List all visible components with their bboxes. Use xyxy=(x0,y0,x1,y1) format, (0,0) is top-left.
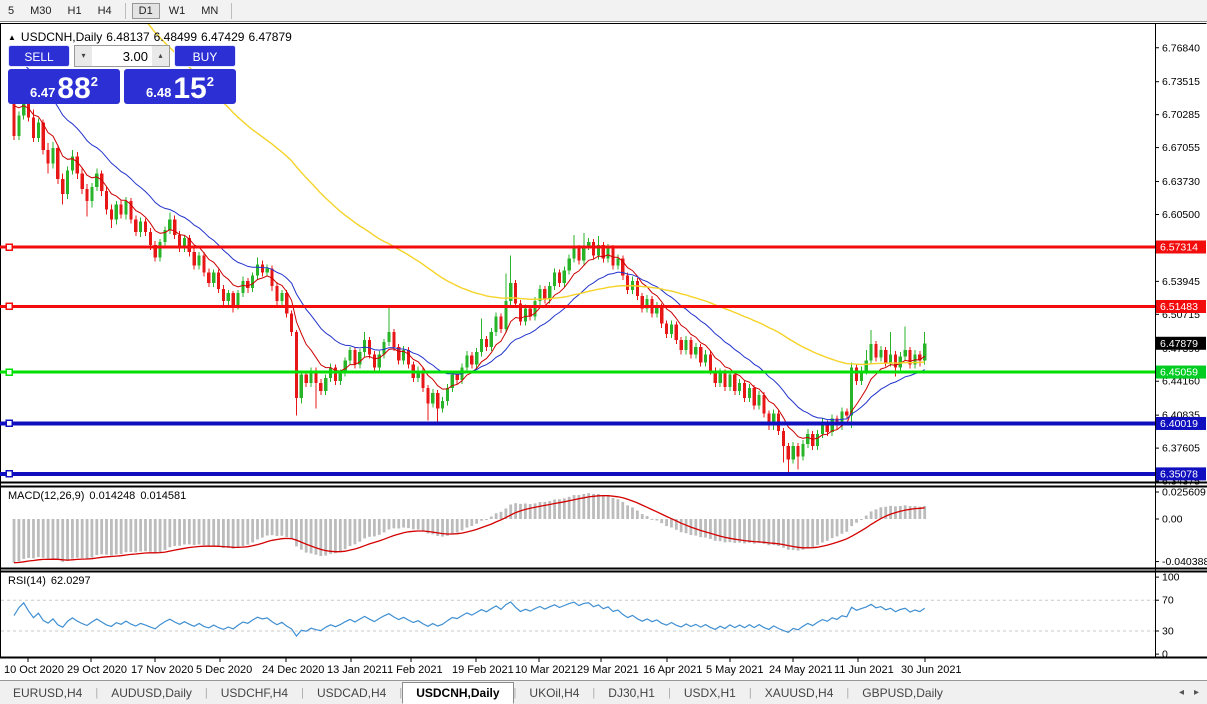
date-axis-label: 30 Jun 2021 xyxy=(901,664,962,676)
rsi-axis-label: 30 xyxy=(1162,626,1174,638)
chart-symbol-label: USDCNH,Daily xyxy=(21,30,102,44)
timeframe-button-w1[interactable]: W1 xyxy=(162,3,193,19)
buy-price-point: 2 xyxy=(207,74,214,89)
price-tag: 6.47879 xyxy=(1160,338,1198,350)
price-axis-label: 6.67055 xyxy=(1162,142,1200,154)
volume-input[interactable] xyxy=(92,46,152,66)
ma-fast-red xyxy=(14,106,925,440)
sell-button[interactable]: SELL xyxy=(8,45,70,67)
chart-tab-eurusd[interactable]: EURUSD,H4 xyxy=(0,683,95,703)
date-axis: 10 Oct 202029 Oct 2020 17 Nov 20205 Dec 2… xyxy=(4,658,962,676)
chart-tab-dj30[interactable]: DJ30,H1 xyxy=(595,683,668,703)
ohlc-close: 6.47879 xyxy=(248,30,291,44)
chart-tab-ukoil[interactable]: UKOil,H4 xyxy=(516,683,592,703)
collapse-panel-icon[interactable]: ▲ xyxy=(8,33,16,42)
price-tag: 6.40019 xyxy=(1160,418,1198,430)
sell-price-point: 2 xyxy=(91,74,98,89)
macd-axis-label: 0.00 xyxy=(1162,514,1183,526)
chart-frame xyxy=(1,23,1207,658)
chart-tab-xauusd[interactable]: XAUUSD,H4 xyxy=(752,683,847,703)
macd-axis: 0.025609 0.00 -0.040388 xyxy=(1155,487,1207,569)
price-tag: 6.51483 xyxy=(1160,301,1198,313)
timeframe-button-h1[interactable]: H1 xyxy=(61,3,89,19)
tab-scroll-right-icon[interactable]: ▸ xyxy=(1194,687,1199,698)
price-chart[interactable]: 6.76840 6.73515 6.70285 6.67055 6.63730 6.605… xyxy=(0,23,1207,679)
price-axis-label: 6.63730 xyxy=(1162,176,1200,188)
volume-decrease-button[interactable]: ▾ xyxy=(75,46,92,66)
price-tag: 6.35078 xyxy=(1160,468,1198,480)
timeframe-button-mn[interactable]: MN xyxy=(194,3,225,19)
toolbar-separator xyxy=(125,3,126,19)
chart-tab-usdcad[interactable]: USDCAD,H4 xyxy=(304,683,399,703)
buy-button[interactable]: BUY xyxy=(174,45,236,67)
date-axis-label: 10 Mar 2021 xyxy=(515,664,577,676)
tab-scroll-arrows: ◂▸ xyxy=(1179,687,1199,698)
macd-axis-label: 0.025609 xyxy=(1162,487,1206,499)
chart-tab-usdcnh[interactable]: USDCNH,Daily xyxy=(402,682,513,704)
date-axis-label: 13 Jan 2021 xyxy=(327,664,388,676)
volume-stepper: ▾ ▴ xyxy=(74,45,170,67)
one-click-trade-panel: SELL ▾ ▴ BUY 6.47 88 2 6.48 15 2 xyxy=(8,45,236,104)
date-axis-label: 5 Dec 2020 xyxy=(196,664,252,676)
date-axis-label: 24 Dec 2020 xyxy=(262,664,324,676)
date-axis-label: 11 Jun 2021 xyxy=(834,664,894,676)
timeframe-button-5[interactable]: 5 xyxy=(1,3,21,19)
price-axis-label: 6.53945 xyxy=(1162,276,1200,288)
chart-window: 6.76840 6.73515 6.70285 6.67055 6.63730 6.605… xyxy=(0,23,1207,679)
ohlc-open: 6.48137 xyxy=(106,30,149,44)
chart-tab-usdchf[interactable]: USDCHF,H4 xyxy=(208,683,301,703)
date-axis-label: 29 Oct 2020 xyxy=(67,664,127,676)
support-resistance-levels[interactable] xyxy=(0,244,1155,477)
ohlc-low: 6.47429 xyxy=(201,30,244,44)
macd-axis-label: -0.040388 xyxy=(1162,556,1207,568)
timeframe-button-m30[interactable]: M30 xyxy=(23,3,58,19)
price-axis-label: 6.73515 xyxy=(1162,76,1200,88)
buy-price-prefix: 6.48 xyxy=(146,85,171,100)
date-axis-label: 17 Nov 2020 xyxy=(131,664,193,676)
ohlc-high: 6.48499 xyxy=(154,30,197,44)
volume-increase-button[interactable]: ▴ xyxy=(152,46,169,66)
symbol-tab-bar: EURUSD,H4|AUDUSD,Daily|USDCHF,H4|USDCAD,… xyxy=(0,680,1207,704)
rsi-axis: 100 70 30 0 xyxy=(1155,572,1180,661)
price-tag: 6.45059 xyxy=(1160,367,1198,379)
chart-tab-usdx[interactable]: USDX,H1 xyxy=(671,683,749,703)
date-axis-label: 10 Oct 2020 xyxy=(4,664,64,676)
price-tag: 6.57314 xyxy=(1160,242,1198,254)
timeframe-toolbar: 5M30H1H4 D1W1MN xyxy=(0,0,1207,22)
sell-quote-button[interactable]: 6.47 88 2 xyxy=(8,69,120,104)
date-axis-label: 1 Feb 2021 xyxy=(387,664,443,676)
date-axis-label: 24 May 2021 xyxy=(769,664,833,676)
price-axis-label: 6.70285 xyxy=(1162,109,1200,121)
date-axis-label: 5 May 2021 xyxy=(706,664,763,676)
date-axis-label: 29 Mar 2021 xyxy=(577,664,639,676)
price-axis: 6.76840 6.73515 6.70285 6.67055 6.63730 6.605… xyxy=(1155,42,1206,487)
buy-quote-button[interactable]: 6.48 15 2 xyxy=(124,69,236,104)
toolbar-separator xyxy=(231,3,232,19)
chart-tab-audusd[interactable]: AUDUSD,Daily xyxy=(98,683,205,703)
tab-scroll-left-icon[interactable]: ◂ xyxy=(1179,687,1184,698)
sell-price-pips: 88 xyxy=(57,74,90,103)
timeframe-button-d1[interactable]: D1 xyxy=(132,3,160,19)
date-axis-label: 16 Apr 2021 xyxy=(643,664,702,676)
price-axis-label: 6.60500 xyxy=(1162,209,1200,221)
rsi-axis-label: 70 xyxy=(1162,595,1174,607)
sell-price-prefix: 6.47 xyxy=(30,85,55,100)
buy-price-pips: 15 xyxy=(173,74,206,103)
candlesticks xyxy=(12,90,926,473)
date-axis-label: 19 Feb 2021 xyxy=(452,664,514,676)
chart-title: ▲ USDCNH,Daily 6.48137 6.48499 6.47429 6.4787… xyxy=(8,30,296,44)
price-axis-label: 6.37605 xyxy=(1162,443,1200,455)
rsi-axis-label: 100 xyxy=(1162,572,1180,584)
timeframe-button-h4[interactable]: H4 xyxy=(91,3,119,19)
chart-tab-gbpusd[interactable]: GBPUSD,Daily xyxy=(849,683,956,703)
rsi-axis-label: 0 xyxy=(1162,649,1168,661)
price-axis-label: 6.76840 xyxy=(1162,42,1200,54)
